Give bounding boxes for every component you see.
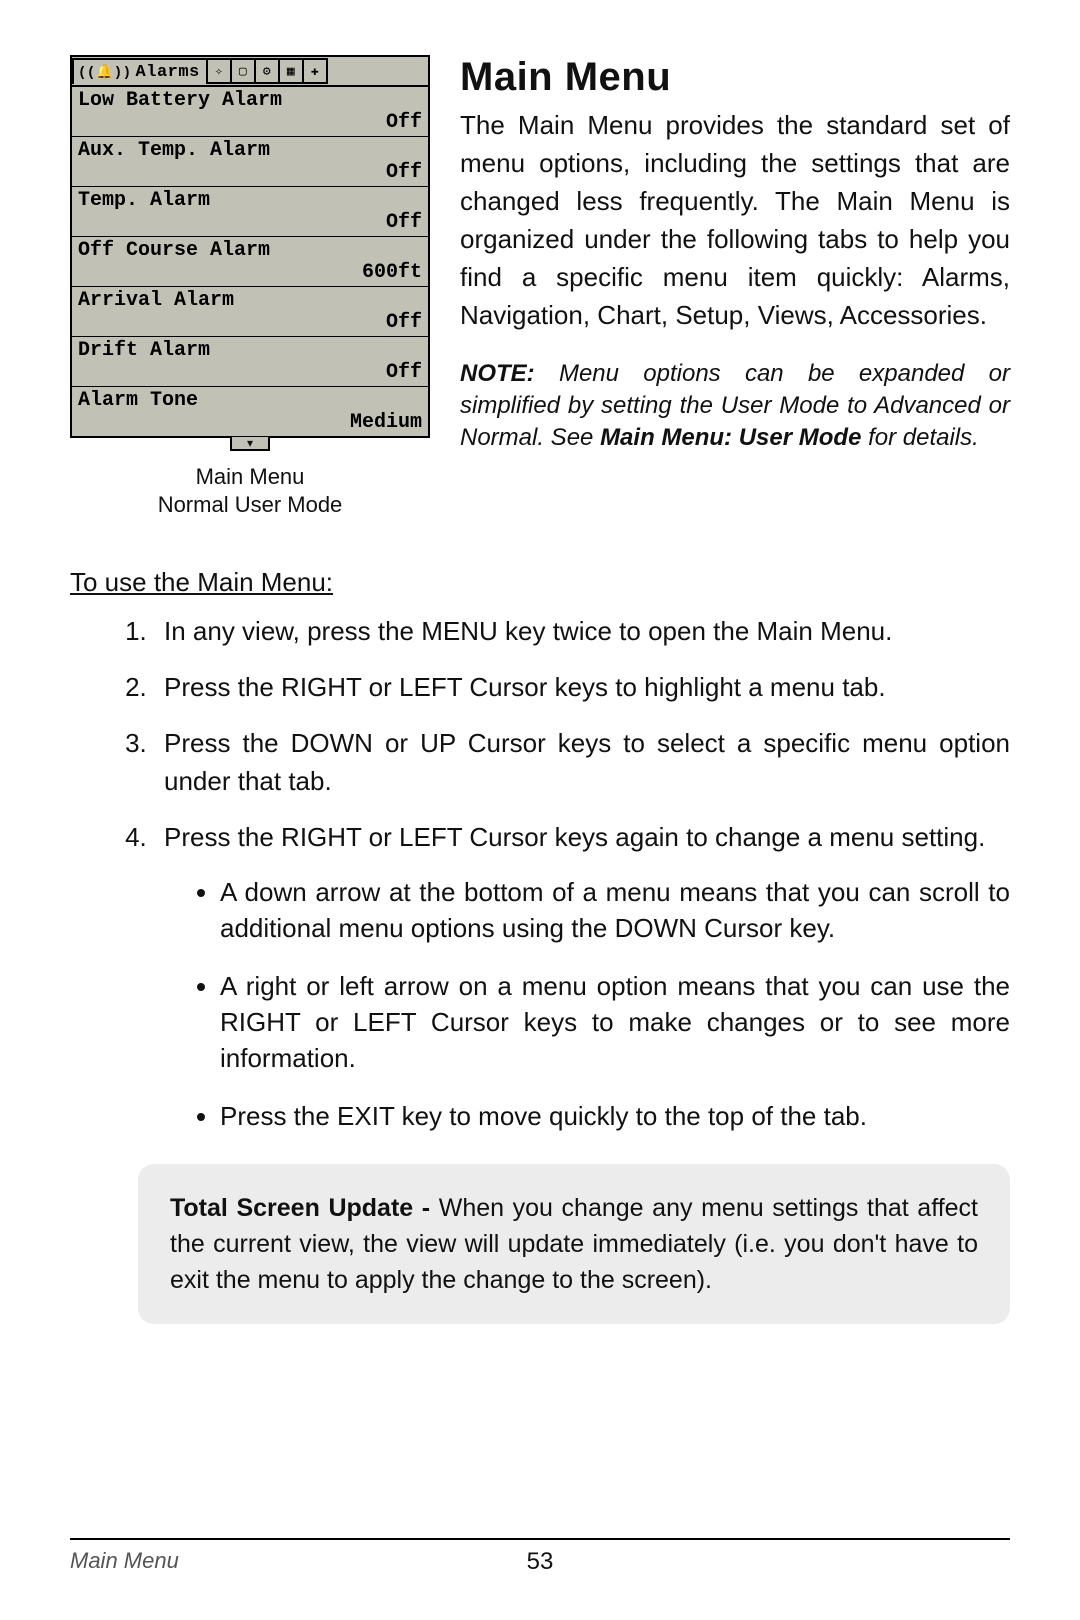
menu-item-value: Off	[78, 362, 422, 384]
step-item: Press the RIGHT or LEFT Cursor keys agai…	[154, 818, 1010, 1134]
menu-item: Off Course Alarm 600ft	[72, 237, 428, 287]
note-paragraph: NOTE: Menu options can be expanded or si…	[460, 358, 1010, 454]
step-item: Press the DOWN or UP Cursor keys to sele…	[154, 724, 1010, 800]
menu-item-label: Off Course Alarm	[78, 240, 422, 262]
page-footer: Main Menu 53	[70, 1538, 1010, 1574]
menu-item: Alarm Tone Medium	[72, 387, 428, 436]
note-body-tail: for details.	[861, 424, 978, 451]
menu-item-label: Temp. Alarm	[78, 190, 422, 212]
step-item: Press the RIGHT or LEFT Cursor keys to h…	[154, 668, 1010, 706]
menu-item-value: Off	[78, 212, 422, 234]
menu-item-value: Off	[78, 112, 422, 134]
intro-paragraph: The Main Menu provides the standard set …	[460, 106, 1010, 334]
tab-accessories-icon: ✚	[302, 58, 328, 84]
note-lead: NOTE:	[460, 360, 535, 387]
note-reference: Main Menu: User Mode	[600, 424, 861, 451]
sub-bullet: Press the EXIT key to move quickly to th…	[220, 1098, 1010, 1134]
menu-item-value: Medium	[78, 412, 422, 434]
bell-icon: ((🔔))	[78, 64, 132, 81]
device-screenshot: ((🔔)) Alarms ✧ ▢ ⚙ ▦ ✚ Low Battery Alarm…	[70, 55, 430, 519]
steps-list: In any view, press the MENU key twice to…	[70, 612, 1010, 1134]
tab-views-icon: ▦	[278, 58, 304, 84]
menu-item: Arrival Alarm Off	[72, 287, 428, 337]
scroll-down-indicator-icon: ▾	[230, 437, 270, 451]
step-text: Press the RIGHT or LEFT Cursor keys agai…	[164, 822, 985, 852]
howto-title: To use the Main Menu:	[70, 567, 1010, 598]
page-title: Main Menu	[460, 55, 1010, 100]
callout-lead: Total Screen Update -	[170, 1194, 439, 1222]
tab-navigation-icon: ✧	[206, 58, 232, 84]
tab-setup-icon: ⚙	[254, 58, 280, 84]
sub-bullet: A down arrow at the bottom of a menu mea…	[220, 874, 1010, 946]
menu-item-label: Arrival Alarm	[78, 290, 422, 312]
menu-item-value: 600ft	[78, 262, 422, 284]
tab-bar: ((🔔)) Alarms ✧ ▢ ⚙ ▦ ✚	[72, 57, 428, 87]
step-item: In any view, press the MENU key twice to…	[154, 612, 1010, 650]
menu-item-label: Alarm Tone	[78, 390, 422, 412]
screenshot-caption: Main Menu Normal User Mode	[70, 463, 430, 519]
menu-item-label: Aux. Temp. Alarm	[78, 140, 422, 162]
callout-box: Total Screen Update - When you change an…	[138, 1164, 1010, 1324]
menu-item-label: Drift Alarm	[78, 340, 422, 362]
active-tab-label: Alarms	[136, 63, 200, 82]
menu-item: Drift Alarm Off	[72, 337, 428, 387]
menu-item-label: Low Battery Alarm	[78, 90, 422, 112]
menu-item: Temp. Alarm Off	[72, 187, 428, 237]
sub-bullet: A right or left arrow on a menu option m…	[220, 968, 1010, 1076]
caption-line: Main Menu	[196, 464, 305, 489]
tab-alarms: ((🔔)) Alarms	[72, 58, 208, 84]
menu-item: Aux. Temp. Alarm Off	[72, 137, 428, 187]
menu-item-value: Off	[78, 162, 422, 184]
tab-chart-icon: ▢	[230, 58, 256, 84]
footer-page-number: 53	[70, 1548, 1010, 1576]
caption-line: Normal User Mode	[158, 492, 343, 517]
menu-item-value: Off	[78, 312, 422, 334]
footer-rule	[70, 1538, 1010, 1540]
menu-item: Low Battery Alarm Off	[72, 87, 428, 137]
sub-bullet-list: A down arrow at the bottom of a menu mea…	[164, 874, 1010, 1134]
device-lcd: ((🔔)) Alarms ✧ ▢ ⚙ ▦ ✚ Low Battery Alarm…	[70, 55, 430, 438]
